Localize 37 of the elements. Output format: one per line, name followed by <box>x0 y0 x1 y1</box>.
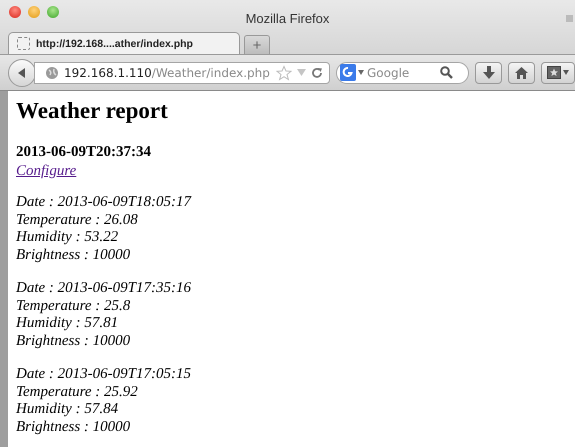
record-line: Temperature : 25.8 <box>16 298 130 315</box>
record-line: Temperature : 26.08 <box>16 212 138 229</box>
record-line: Date : 2013-06-09T17:35:16 <box>16 280 191 298</box>
window-title: Mozilla Firefox <box>246 11 330 26</box>
search-bar[interactable]: Google <box>336 62 469 84</box>
record-line: Date : 2013-06-09T17:05:15 <box>16 366 191 384</box>
address-field[interactable]: 192.168.1.110/Weather/index.php <box>34 62 330 84</box>
record-line: Brightness : 10000 <box>16 246 130 264</box>
timestamp: 2013-06-09T20:37:34 <box>16 143 151 162</box>
search-engine-icon[interactable] <box>340 64 364 81</box>
configure-link[interactable]: Configure <box>16 162 76 180</box>
home-icon <box>515 66 528 78</box>
page-icon <box>17 37 30 50</box>
search-icon[interactable] <box>440 66 453 79</box>
star-icon[interactable] <box>276 64 292 80</box>
close-button[interactable] <box>9 6 21 18</box>
record-line: Brightness : 10000 <box>16 418 130 436</box>
search-field[interactable]: Google <box>367 66 437 80</box>
home-button[interactable] <box>508 62 535 84</box>
record-line: Temperature : 25.92 <box>16 384 138 401</box>
record-line: Date : 2013-06-09T18:05:17 <box>16 194 191 212</box>
record-line: Brightness : 10000 <box>16 332 130 350</box>
download-arrow-icon <box>482 66 494 79</box>
back-button[interactable] <box>8 58 36 86</box>
record-line: Humidity : 53.22 <box>16 229 118 246</box>
new-tab-button[interactable]: + <box>244 35 270 54</box>
reload-icon[interactable] <box>311 66 323 78</box>
bookmarks-button[interactable] <box>541 62 575 84</box>
caret-icon <box>563 70 569 75</box>
browser-tab[interactable]: http://192.168....ather/index.php <box>8 32 240 54</box>
download-button[interactable] <box>475 62 502 84</box>
record-line: Humidity : 57.84 <box>16 401 118 418</box>
record-line: Humidity : 57.81 <box>16 315 118 332</box>
url-text: 192.168.1.110/Weather/index.php <box>64 66 271 80</box>
globe-icon <box>45 66 59 80</box>
bookmark-star-icon <box>547 66 561 79</box>
page-heading: Weather report <box>16 97 168 125</box>
